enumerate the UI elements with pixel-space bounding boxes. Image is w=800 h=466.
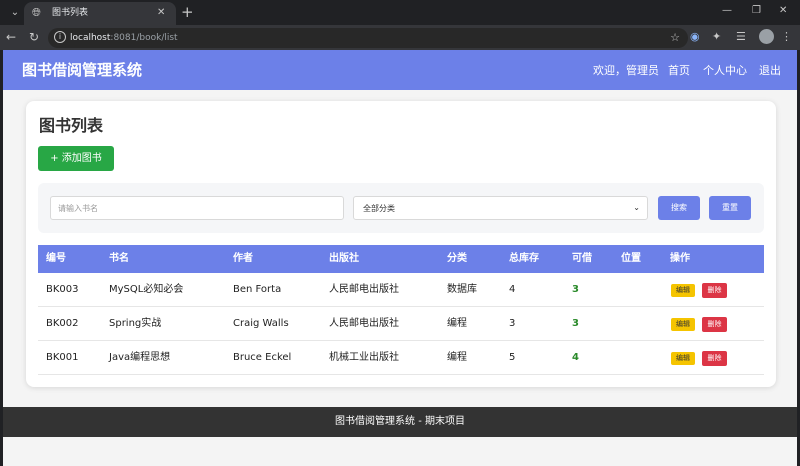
delete-button[interactable]: 删除 <box>702 351 727 366</box>
cell-id: BK003 <box>46 284 79 295</box>
delete-button[interactable]: 删除 <box>702 317 727 332</box>
cell-category: 编程 <box>447 318 467 329</box>
info-icon[interactable]: i <box>54 31 66 43</box>
cell-available: 3 <box>572 284 579 295</box>
search-input[interactable] <box>50 196 344 220</box>
restore-icon[interactable]: ❐ <box>752 4 761 18</box>
edit-button[interactable]: 编辑 <box>671 352 695 365</box>
column-header: 总库存 <box>509 253 539 264</box>
url-path: :8081/book/list <box>110 33 178 43</box>
table-header: 编号 书名 作者 出版社 分类 总库存 可借 位置 操作 <box>38 245 764 273</box>
cell-category: 数据库 <box>447 284 477 295</box>
column-header: 书名 <box>109 253 129 264</box>
table-row: BK003 MySQL必知必会 Ben Forta 人民邮电出版社 数据库 4 … <box>38 273 764 307</box>
url-text: localhost:8081/book/list <box>70 32 178 44</box>
cell-publisher: 机械工业出版社 <box>329 352 399 363</box>
table-row: BK001 Java编程思想 Bruce Eckel 机械工业出版社 编程 5 … <box>38 341 764 375</box>
extension-icon[interactable]: ◉ <box>690 30 700 44</box>
puzzle-icon[interactable]: ✦ <box>712 30 721 44</box>
column-header: 操作 <box>670 253 690 264</box>
page-title: 图书列表 <box>39 116 104 135</box>
cell-author: Ben Forta <box>233 284 282 295</box>
nav-home-link[interactable]: 首页 <box>668 64 690 78</box>
cell-available: 3 <box>572 318 579 329</box>
window-close-icon[interactable]: ✕ <box>779 4 787 18</box>
delete-button[interactable]: 删除 <box>702 283 727 298</box>
cell-publisher: 人民邮电出版社 <box>329 318 399 329</box>
search-button[interactable]: 搜索 <box>658 196 700 220</box>
cell-available: 4 <box>572 352 579 363</box>
site-header: 图书借阅管理系统 欢迎，管理员 首页 个人中心 退出 <box>3 50 797 90</box>
cell-id: BK002 <box>46 318 79 329</box>
tab-title: 图书列表 <box>52 8 89 18</box>
plus-icon[interactable]: + <box>181 3 194 21</box>
column-header: 作者 <box>233 253 253 264</box>
site-footer: 图书借阅管理系统 - 期末项目 <box>3 407 797 437</box>
column-header: 可借 <box>572 253 592 264</box>
browser-toolbar: ← ↻ i localhost:8081/book/list ☆ ◉ ✦ ☰ ⋮ <box>0 25 800 50</box>
search-panel: 全部分类 ⌄ 搜索 重置 <box>38 183 764 233</box>
cell-total: 4 <box>509 284 516 295</box>
category-selected-value: 全部分类 <box>363 204 395 213</box>
add-book-button[interactable]: + 添加图书 <box>38 146 114 171</box>
category-select[interactable]: 全部分类 ⌄ <box>353 196 648 220</box>
cell-title: Spring实战 <box>109 318 162 329</box>
nav-profile-link[interactable]: 个人中心 <box>703 64 747 78</box>
back-icon[interactable]: ← <box>6 30 16 44</box>
url-host: localhost <box>70 33 111 43</box>
avatar[interactable] <box>759 29 774 44</box>
address-bar[interactable]: i localhost:8081/book/list ☆ <box>48 28 688 48</box>
column-header: 编号 <box>46 253 66 264</box>
more-icon[interactable]: ⋮ <box>781 30 792 44</box>
star-icon[interactable]: ☆ <box>670 31 680 44</box>
site-title: 图书借阅管理系统 <box>22 61 143 79</box>
browser-tab[interactable]: 🌐︎ 图书列表 ✕ <box>24 2 176 25</box>
cell-author: Bruce Eckel <box>233 352 292 363</box>
chevron-down-icon: ⌄ <box>633 203 640 212</box>
reload-icon[interactable]: ↻ <box>29 30 39 44</box>
table-row: BK002 Spring实战 Craig Walls 人民邮电出版社 编程 3 … <box>38 307 764 341</box>
close-icon[interactable]: ✕ <box>157 6 165 20</box>
cell-total: 5 <box>509 352 516 363</box>
column-header: 出版社 <box>329 253 359 264</box>
reset-button[interactable]: 重置 <box>709 196 751 220</box>
browser-tab-bar: ⌄ 🌐︎ 图书列表 ✕ + — ❐ ✕ <box>0 0 800 25</box>
cell-total: 3 <box>509 318 516 329</box>
book-list-card: 图书列表 + 添加图书 全部分类 ⌄ 搜索 重置 编号 书名 作者 出版社 分类… <box>26 101 776 387</box>
nav-logout-link[interactable]: 退出 <box>759 64 781 78</box>
cell-id: BK001 <box>46 352 79 363</box>
column-header: 分类 <box>447 253 467 264</box>
reading-list-icon[interactable]: ☰ <box>736 30 746 44</box>
footer-text: 图书借阅管理系统 - 期末项目 <box>335 416 465 427</box>
cell-title: MySQL必知必会 <box>109 284 184 295</box>
column-header: 位置 <box>621 253 641 264</box>
cell-author: Craig Walls <box>233 318 289 329</box>
cell-title: Java编程思想 <box>109 352 171 363</box>
cell-category: 编程 <box>447 352 467 363</box>
globe-icon: 🌐︎ <box>32 6 41 19</box>
edit-button[interactable]: 编辑 <box>671 284 695 297</box>
edit-button[interactable]: 编辑 <box>671 318 695 331</box>
welcome-text: 欢迎，管理员 <box>593 64 659 77</box>
tab-menu-icon[interactable]: ⌄ <box>6 4 24 22</box>
minimize-icon[interactable]: — <box>722 4 732 18</box>
cell-publisher: 人民邮电出版社 <box>329 284 399 295</box>
page-viewport: 图书借阅管理系统 欢迎，管理员 首页 个人中心 退出 图书列表 + 添加图书 全… <box>3 50 797 466</box>
